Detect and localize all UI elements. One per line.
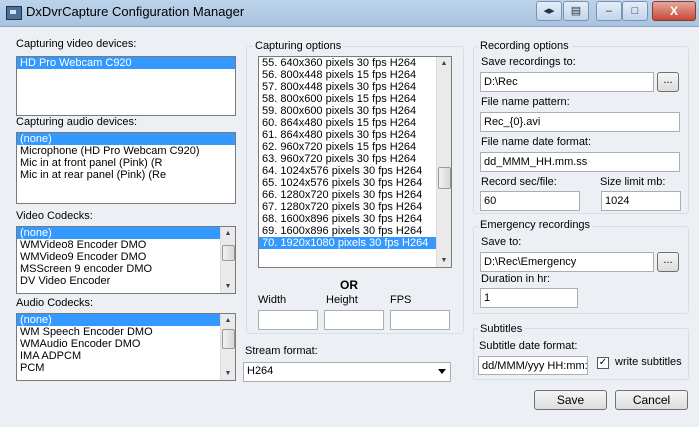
minimize-button[interactable]: – xyxy=(596,1,622,21)
list-item[interactable]: (none) xyxy=(17,314,235,326)
save-recordings-input[interactable]: D:\Rec xyxy=(480,72,654,92)
list-item[interactable]: 62. 960x720 pixels 15 fps H264 xyxy=(259,141,451,153)
list-item[interactable]: IMA ADPCM xyxy=(17,350,235,362)
fps-input[interactable] xyxy=(390,310,450,330)
list-item[interactable]: 56. 800x448 pixels 15 fps H264 xyxy=(259,69,451,81)
capturing-options-label: Capturing options xyxy=(253,40,344,52)
list-item[interactable]: 61. 864x480 pixels 30 fps H264 xyxy=(259,129,451,141)
emergency-recordings-label: Emergency recordings xyxy=(478,219,593,231)
list-item[interactable]: MSScreen 9 encoder DMO xyxy=(17,263,235,275)
or-label: OR xyxy=(340,278,358,292)
document-icon[interactable]: ▤ xyxy=(563,1,589,21)
video-devices-list[interactable]: HD Pro Webcam C920 xyxy=(16,56,236,116)
list-item[interactable]: 69. 1600x896 pixels 30 fps H264 xyxy=(259,225,451,237)
file-name-date-format-label: File name date format: xyxy=(481,136,592,148)
scroll-up-icon[interactable]: ▲ xyxy=(221,227,235,240)
list-item[interactable]: WMVideo9 Encoder DMO xyxy=(17,251,235,263)
capturing-options-scrollbar[interactable]: ▲ ▼ xyxy=(436,57,451,267)
list-item[interactable]: 63. 960x720 pixels 30 fps H264 xyxy=(259,153,451,165)
height-label: Height xyxy=(326,294,358,306)
browse-emergency-button[interactable]: ... xyxy=(657,252,679,272)
subtitle-date-format-input[interactable]: dd/MMM/yyy HH:mm: xyxy=(478,356,588,375)
width-label: Width xyxy=(258,294,287,306)
list-item[interactable]: 55. 640x360 pixels 30 fps H264 xyxy=(259,57,451,69)
video-codecs-list[interactable]: (none) WMVideo8 Encoder DMO WMVideo9 Encod… xyxy=(16,226,236,294)
stream-format-value: H264 xyxy=(247,365,274,377)
emergency-save-input[interactable]: D:\Rec\Emergency xyxy=(480,252,654,272)
file-name-date-format-input[interactable]: dd_MMM_HH.mm.ss xyxy=(480,152,680,172)
list-item[interactable]: 65. 1024x576 pixels 30 fps H264 xyxy=(259,177,451,189)
audio-codecs-scrollbar[interactable]: ▲ ▼ xyxy=(220,314,235,380)
recording-options-label: Recording options xyxy=(478,40,571,52)
save-recordings-label: Save recordings to: xyxy=(481,56,576,68)
list-item[interactable]: 68. 1600x896 pixels 30 fps H264 xyxy=(259,213,451,225)
width-input[interactable] xyxy=(258,310,318,330)
chevron-down-icon xyxy=(438,369,446,374)
close-button[interactable]: X xyxy=(652,1,696,21)
list-item[interactable]: Mic in at rear panel (Pink) (Re xyxy=(17,169,235,181)
stream-format-select[interactable]: H264 xyxy=(243,362,451,382)
audio-devices-label: Capturing audio devices: xyxy=(16,116,138,128)
capturing-options-list[interactable]: 55. 640x360 pixels 30 fps H264 56. 800x44… xyxy=(258,56,452,268)
subtitle-date-format-label: Subtitle date format: xyxy=(479,340,578,352)
list-item[interactable]: WM Speech Encoder DMO xyxy=(17,326,235,338)
list-item[interactable]: 67. 1280x720 pixels 30 fps H264 xyxy=(259,201,451,213)
write-subtitles-label: write subtitles xyxy=(615,356,682,368)
list-item[interactable]: WMVideo8 Encoder DMO xyxy=(17,239,235,251)
file-name-pattern-label: File name pattern: xyxy=(481,96,570,108)
list-item[interactable]: WMAudio Encoder DMO xyxy=(17,338,235,350)
file-name-pattern-input[interactable]: Rec_{0}.avi xyxy=(480,112,680,132)
video-devices-label: Capturing video devices: xyxy=(16,38,137,50)
list-item[interactable]: HD Pro Webcam C920 xyxy=(17,57,235,69)
write-subtitles-checkbox[interactable]: ✓ xyxy=(597,357,609,369)
config-window: DxDvrCapture Configuration Manager ◂▸ ▤ … xyxy=(0,0,699,427)
scroll-thumb[interactable] xyxy=(438,167,451,189)
list-item[interactable]: 59. 800x600 pixels 30 fps H264 xyxy=(259,105,451,117)
height-input[interactable] xyxy=(324,310,384,330)
fps-label: FPS xyxy=(390,294,412,306)
list-item[interactable]: 70. 1920x1080 pixels 30 fps H264 xyxy=(259,237,451,249)
save-button[interactable]: Save xyxy=(534,390,607,410)
list-item[interactable]: Mic in at front panel (Pink) (R xyxy=(17,157,235,169)
title-bar: DxDvrCapture Configuration Manager ◂▸ ▤ … xyxy=(0,0,699,27)
subtitles-label: Subtitles xyxy=(478,323,525,335)
scroll-down-icon[interactable]: ▼ xyxy=(437,254,451,267)
list-item[interactable]: 60. 864x480 pixels 15 fps H264 xyxy=(259,117,451,129)
app-icon xyxy=(6,6,22,20)
video-codecs-label: Video Codecks: xyxy=(16,210,93,222)
size-limit-input[interactable]: 1024 xyxy=(601,191,681,211)
list-item[interactable]: 66. 1280x720 pixels 30 fps H264 xyxy=(259,189,451,201)
list-item[interactable]: 58. 800x600 pixels 15 fps H264 xyxy=(259,93,451,105)
list-item[interactable]: PCM xyxy=(17,362,235,374)
duration-input[interactable]: 1 xyxy=(480,288,578,308)
audio-devices-list[interactable]: (none) Microphone (HD Pro Webcam C920) Mic… xyxy=(16,132,236,204)
emergency-save-label: Save to: xyxy=(481,236,522,248)
list-item[interactable]: (none) xyxy=(17,227,235,239)
list-item[interactable]: (none) xyxy=(17,133,235,145)
scroll-down-icon[interactable]: ▼ xyxy=(221,367,235,380)
audio-codecs-label: Audio Codecks: xyxy=(16,297,94,309)
list-item[interactable]: DV Video Encoder xyxy=(17,275,235,287)
record-sec-label: Record sec/file: xyxy=(481,176,557,188)
list-item[interactable]: 64. 1024x576 pixels 30 fps H264 xyxy=(259,165,451,177)
audio-codecs-list[interactable]: (none) WM Speech Encoder DMO WMAudio Encod… xyxy=(16,313,236,381)
video-codecs-scrollbar[interactable]: ▲ ▼ xyxy=(220,227,235,293)
duration-label: Duration in hr: xyxy=(481,273,551,285)
scroll-up-icon[interactable]: ▲ xyxy=(221,314,235,327)
scroll-up-icon[interactable]: ▲ xyxy=(437,57,451,70)
maximize-button[interactable]: □ xyxy=(622,1,648,21)
stream-format-label: Stream format: xyxy=(245,345,318,357)
window-title: DxDvrCapture Configuration Manager xyxy=(26,4,245,19)
list-item[interactable]: 57. 800x448 pixels 30 fps H264 xyxy=(259,81,451,93)
scroll-thumb[interactable] xyxy=(222,245,235,261)
record-sec-input[interactable]: 60 xyxy=(480,191,580,211)
cancel-button[interactable]: Cancel xyxy=(615,390,688,410)
restore-layout-icon[interactable]: ◂▸ xyxy=(536,1,562,21)
browse-recordings-button[interactable]: ... xyxy=(657,72,679,92)
scroll-down-icon[interactable]: ▼ xyxy=(221,280,235,293)
size-limit-label: Size limit mb: xyxy=(600,176,666,188)
scroll-thumb[interactable] xyxy=(222,329,235,349)
list-item[interactable]: Microphone (HD Pro Webcam C920) xyxy=(17,145,235,157)
